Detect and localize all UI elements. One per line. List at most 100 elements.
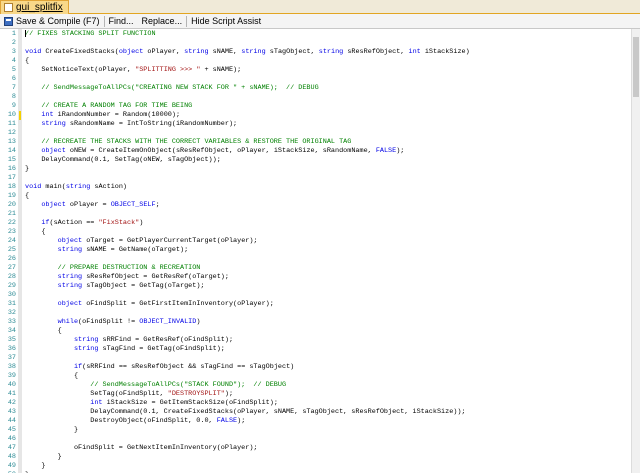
line-number: 21 <box>7 210 16 218</box>
code-token: { <box>25 228 46 236</box>
code-line[interactable]: 18 void main(string sAction) <box>0 183 632 192</box>
line-number: 5 <box>11 66 16 74</box>
code-line[interactable]: 15 DelayCommand(0.1, SetTag(oNEW, sTagOb… <box>0 156 632 165</box>
code-text: if(sRRFind == sResRefObject && sTagFind … <box>25 363 294 372</box>
line-number: 11 <box>7 120 16 128</box>
code-token: string <box>41 120 66 128</box>
code-token: sResRefObject = GetResRef(oTarget); <box>82 273 229 281</box>
find-button[interactable]: Find... <box>105 14 138 28</box>
hide-script-assist-button[interactable]: Hide Script Assist <box>187 14 265 28</box>
code-line[interactable]: 43 DelayCommand(0.1, CreateFixedStacks(o… <box>0 408 632 417</box>
code-line[interactable]: 38 if(sRRFind == sResRefObject && sTagFi… <box>0 363 632 372</box>
code-line[interactable]: 41 SetTag(oFindSplit, "DESTROYSPLIT"); <box>0 390 632 399</box>
code-text: object oTarget = GetPlayerCurrentTarget(… <box>25 237 258 246</box>
code-token: if <box>41 219 50 227</box>
code-token: ); <box>396 147 405 155</box>
code-line[interactable]: 42 int iStackSize = GetItemStackSize(oFi… <box>0 399 632 408</box>
code-line[interactable]: 9 // CREATE A RANDOM TAG FOR TIME BEING <box>0 102 632 111</box>
code-line[interactable]: 34 { <box>0 327 632 336</box>
line-number: 14 <box>7 147 16 155</box>
code-line[interactable]: 21 <box>0 210 632 219</box>
code-line[interactable]: 27 // PREPARE DESTRUCTION & RECREATION <box>0 264 632 273</box>
code-line[interactable]: 37 <box>0 354 632 363</box>
code-token: int <box>90 399 103 407</box>
line-number: 17 <box>7 174 16 182</box>
code-line[interactable]: 33 while(oFindSplit != OBJECT_INVALID) <box>0 318 632 327</box>
save-compile-button[interactable]: Save & Compile (F7) <box>0 14 104 28</box>
code-line[interactable]: 30 <box>0 291 632 300</box>
code-line[interactable]: 5 SetNoticeText(oPlayer, "SPLITTING >>> … <box>0 66 632 75</box>
code-token: main( <box>41 183 66 191</box>
code-line[interactable]: 12 <box>0 129 632 138</box>
code-token: object <box>118 48 144 56</box>
code-line[interactable]: 14 object oNEW = CreateItemOnObject(sRes… <box>0 147 632 156</box>
code-line[interactable]: 3 void CreateFixedStacks(object oPlayer, … <box>0 48 632 57</box>
code-line[interactable]: 2 <box>0 39 632 48</box>
code-line[interactable]: 7 // SendMessageToAllPCs("CREATING NEW S… <box>0 84 632 93</box>
code-token: oPlayer = <box>65 201 111 209</box>
code-editor[interactable]: 1 // FIXES STACKING SPLIT FUNCTION 2 3 void … <box>0 29 632 473</box>
vertical-scrollbar[interactable] <box>631 29 640 473</box>
code-line[interactable]: 31 object oFindSplit = GetFirstItemInInv… <box>0 300 632 309</box>
code-token: sNAME, <box>208 48 242 56</box>
code-line[interactable]: 1 // FIXES STACKING SPLIT FUNCTION <box>0 30 632 39</box>
code-text: { <box>25 327 62 336</box>
code-text: SetNoticeText(oPlayer, "SPLITTING >>> " … <box>25 66 241 75</box>
code-token: string <box>65 183 91 191</box>
code-token: sResRefObject, <box>343 48 409 56</box>
code-line[interactable]: 32 <box>0 309 632 318</box>
code-token: void <box>25 48 42 56</box>
line-number: 37 <box>7 354 16 362</box>
code-line[interactable]: 40 // SendMessageToAllPCs("STACK FOUND")… <box>0 381 632 390</box>
code-token: ) <box>196 318 201 326</box>
scrollbar-thumb[interactable] <box>633 37 639 97</box>
code-line[interactable]: 45 } <box>0 426 632 435</box>
code-line[interactable]: 46 <box>0 435 632 444</box>
replace-button[interactable]: Replace... <box>138 14 187 28</box>
code-line[interactable]: 16} <box>0 165 632 174</box>
code-line[interactable]: 13 // RECREATE THE STACKS WITH THE CORRE… <box>0 138 632 147</box>
code-token: iStackSize = GetItemStackSize(oFindSplit… <box>102 399 278 407</box>
line-number: 41 <box>7 390 16 398</box>
line-number: 35 <box>7 336 16 344</box>
code-text: oFindSplit = GetNextItemInInventory(oPla… <box>25 444 258 453</box>
line-number: 23 <box>7 228 16 236</box>
tab-gui-splitfix[interactable]: gui_splitfix <box>0 0 69 14</box>
code-token: ); <box>237 417 246 425</box>
code-line[interactable]: 6 <box>0 75 632 84</box>
code-token: void <box>25 183 42 191</box>
code-token: string <box>318 48 344 56</box>
line-number: 47 <box>7 444 16 452</box>
code-line[interactable]: 29 string sTagObject = GetTag(oTarget); <box>0 282 632 291</box>
code-line[interactable]: 19 { <box>0 192 632 201</box>
code-line[interactable]: 26 <box>0 255 632 264</box>
code-token: sRRFind = GetResRef(oFindSplit); <box>98 336 234 344</box>
code-line[interactable]: 25 string sNAME = GetName(oTarget); <box>0 246 632 255</box>
code-line[interactable]: 11 string sRandomName = IntToString(iRan… <box>0 120 632 129</box>
code-text: // PREPARE DESTRUCTION & RECREATION <box>25 264 201 273</box>
code-line[interactable]: 47 oFindSplit = GetNextItemInInventory(o… <box>0 444 632 453</box>
code-token: // SendMessageToAllPCs("CREATING NEW STA… <box>25 84 319 92</box>
code-line[interactable]: 36 string sTagFind = GetTag(oFindSplit); <box>0 345 632 354</box>
code-line[interactable]: 23 { <box>0 228 632 237</box>
code-line[interactable]: 44 DestroyObject(oFindSplit, 0.0, FALSE)… <box>0 417 632 426</box>
code-line[interactable]: 8 <box>0 93 632 102</box>
code-line[interactable]: 20 object oPlayer = OBJECT_SELF; <box>0 201 632 210</box>
line-number: 12 <box>7 129 16 137</box>
code-line[interactable]: 35 string sRRFind = GetResRef(oFindSplit… <box>0 336 632 345</box>
code-line[interactable]: 4{ <box>0 57 632 66</box>
code-line[interactable]: 24 object oTarget = GetPlayerCurrentTarg… <box>0 237 632 246</box>
code-line[interactable]: 22 if(sAction == "FixStack") <box>0 219 632 228</box>
code-text: string sTagObject = GetTag(oTarget); <box>25 282 205 291</box>
code-token: SetNoticeText(oPlayer, <box>25 66 136 74</box>
code-line[interactable]: 28 string sResRefObject = GetResRef(oTar… <box>0 273 632 282</box>
code-line[interactable]: 17 <box>0 174 632 183</box>
line-number: 28 <box>7 273 16 281</box>
line-number: 22 <box>7 219 16 227</box>
code-line[interactable]: 39 { <box>0 372 632 381</box>
code-line[interactable]: 48 } <box>0 453 632 462</box>
code-line[interactable]: 10 int iRandomNumber = Random(10000); <box>0 111 632 120</box>
code-line[interactable]: 49 } <box>0 462 632 471</box>
